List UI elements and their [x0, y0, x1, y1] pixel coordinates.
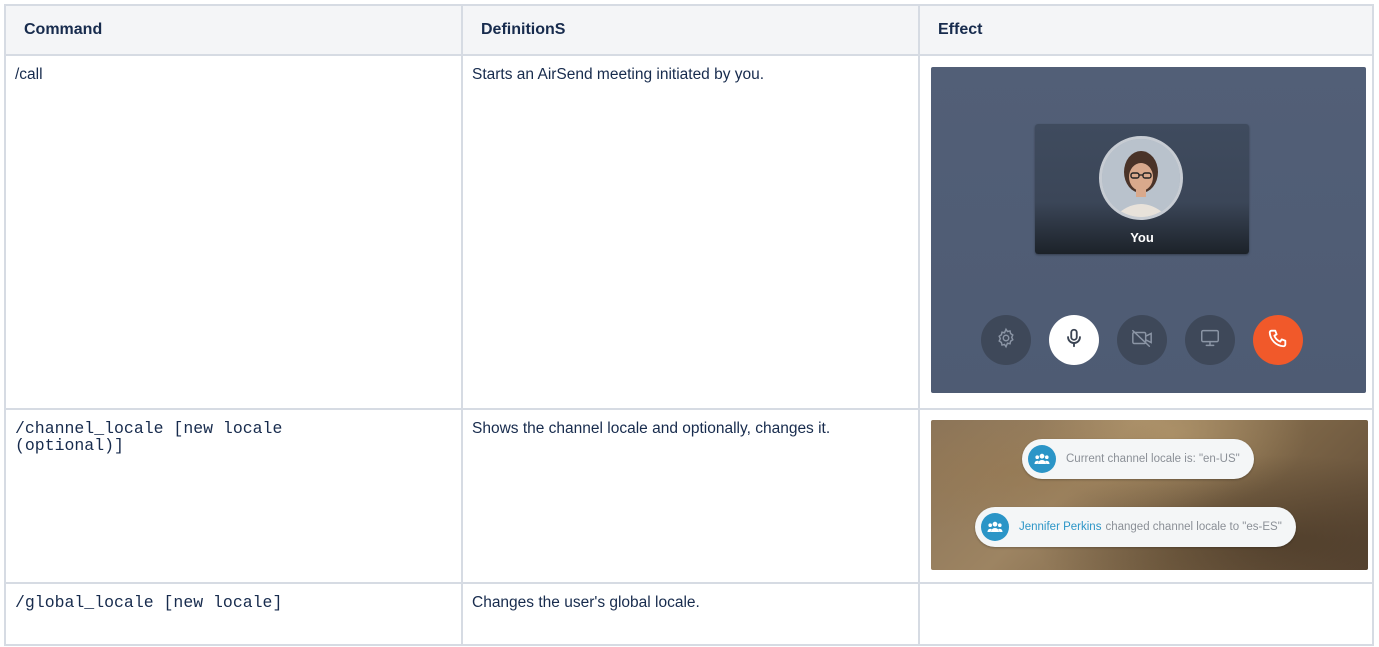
microphone-icon — [1063, 327, 1085, 354]
definition-text: Starts an AirSend meeting initiated by y… — [472, 66, 765, 83]
avatar — [1099, 136, 1183, 220]
column-header-definitions: DefinitionS — [461, 4, 920, 56]
locale-screenshot: Current channel locale is: "en-US" Jenni… — [931, 420, 1368, 570]
hang-up-icon — [1267, 327, 1289, 354]
effect-cell: You — [918, 54, 1374, 410]
column-header-command: Command — [4, 4, 463, 56]
table-row: /global_locale [new locale] Changes the … — [4, 582, 1374, 646]
definition-cell: Shows the channel locale and optionally,… — [461, 408, 920, 584]
microphone-button[interactable] — [1049, 315, 1099, 365]
settings-button[interactable] — [981, 315, 1031, 365]
user-name-link[interactable]: Jennifer Perkins — [1019, 521, 1101, 533]
screen-share-button[interactable] — [1185, 315, 1235, 365]
table-row: /channel_locale [new locale (optional)] … — [4, 408, 1374, 584]
effect-cell — [918, 582, 1374, 646]
command-text: /global_locale [new locale] — [15, 593, 283, 612]
command-text: /channel_locale [new locale (optional)] — [15, 419, 283, 455]
gear-icon — [995, 327, 1017, 354]
definition-text: Changes the user's global locale. — [472, 594, 700, 611]
hang-up-button[interactable] — [1253, 315, 1303, 365]
definition-cell: Changes the user's global locale. — [461, 582, 920, 646]
camera-button[interactable] — [1117, 315, 1167, 365]
screen-share-icon — [1199, 327, 1221, 354]
locale-message-current: Current channel locale is: "en-US" — [1022, 439, 1254, 479]
command-cell: /global_locale [new locale] — [4, 582, 463, 646]
command-cell: /call — [4, 54, 463, 410]
command-text: /call — [15, 66, 43, 83]
effect-cell: Current channel locale is: "en-US" Jenni… — [918, 408, 1374, 584]
locale-message-text: Current channel locale is: "en-US" — [1066, 453, 1240, 465]
table-row: /call Starts an AirSend meeting initiate… — [4, 54, 1374, 410]
command-cell: /channel_locale [new locale (optional)] — [4, 408, 463, 584]
column-header-effect: Effect — [918, 4, 1374, 56]
participant-tile: You — [1035, 124, 1249, 254]
call-screenshot: You — [931, 67, 1366, 393]
definition-text: Shows the channel locale and optionally,… — [472, 420, 831, 437]
group-icon — [981, 513, 1009, 541]
definition-cell: Starts an AirSend meeting initiated by y… — [461, 54, 920, 410]
participant-name: You — [1130, 230, 1154, 245]
commands-table: Command DefinitionS Effect /call Starts … — [4, 4, 1374, 646]
locale-message-text: changed channel locale to "es-ES" — [1105, 521, 1282, 533]
locale-message-changed: Jennifer Perkins changed channel locale … — [975, 507, 1296, 547]
table-header-row: Command DefinitionS Effect — [4, 4, 1374, 56]
group-icon — [1028, 445, 1056, 473]
video-off-icon — [1130, 327, 1154, 354]
